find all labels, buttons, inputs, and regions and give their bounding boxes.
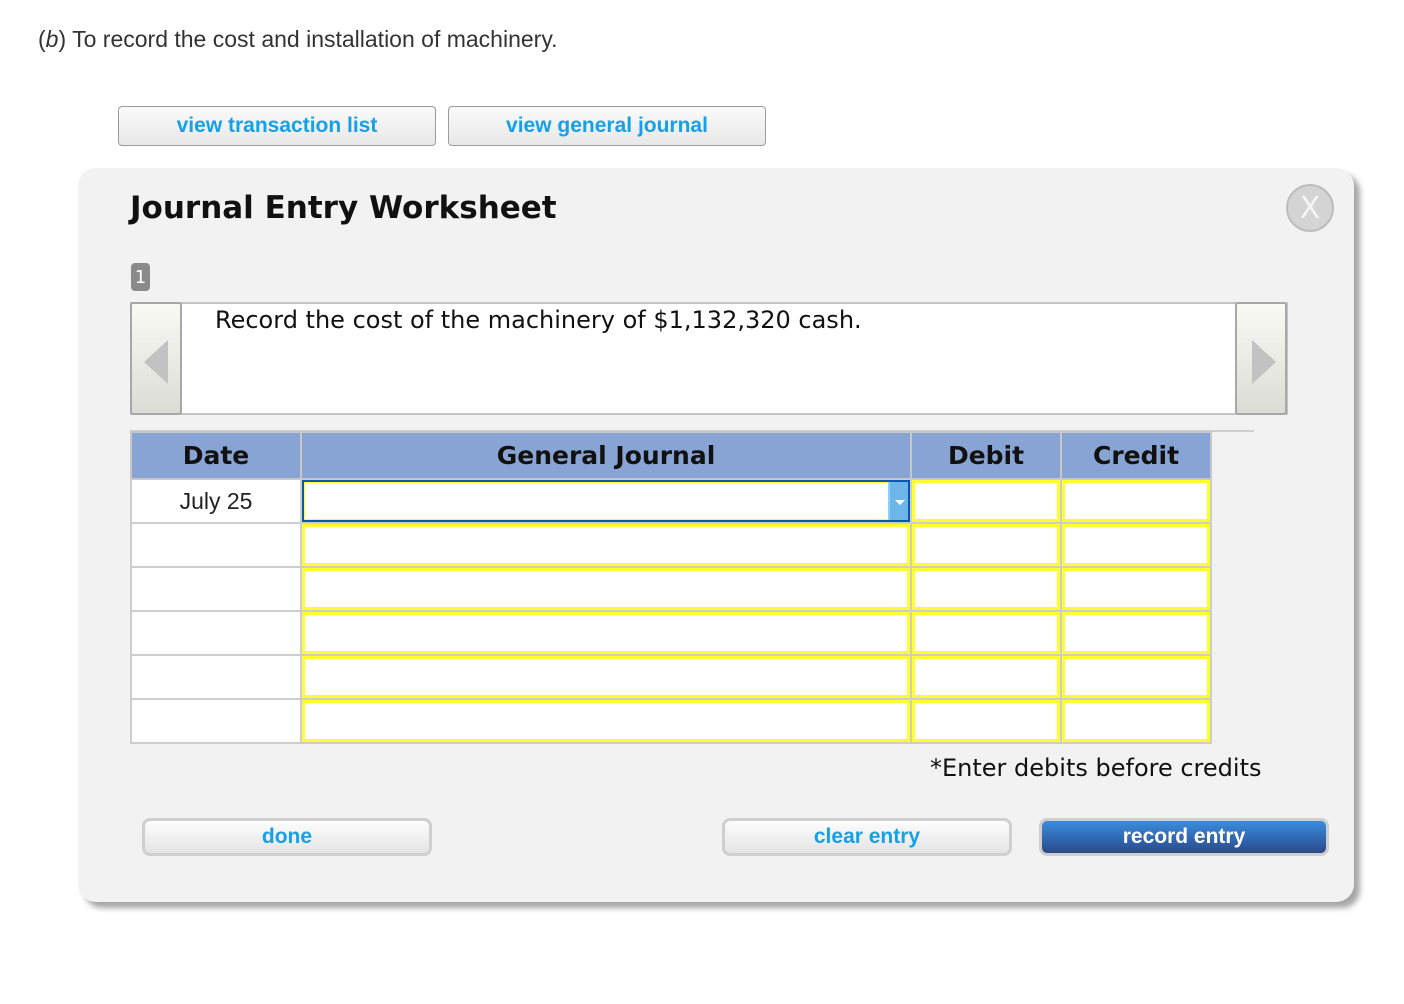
date-cell xyxy=(130,522,302,568)
debit-input[interactable] xyxy=(912,524,1060,566)
account-select[interactable] xyxy=(302,612,910,654)
done-button[interactable]: done xyxy=(142,818,432,856)
table-row xyxy=(130,610,1212,656)
column-header-credit: Credit xyxy=(1060,431,1212,480)
credit-input[interactable] xyxy=(1062,656,1210,698)
record-entry-button[interactable]: record entry xyxy=(1039,818,1329,856)
previous-button[interactable] xyxy=(130,302,182,415)
credit-input[interactable] xyxy=(1062,480,1210,522)
table-row xyxy=(130,654,1212,700)
date-cell xyxy=(130,698,302,744)
account-select[interactable] xyxy=(302,524,910,566)
date-cell: July 25 xyxy=(130,478,302,524)
column-header-debit: Debit xyxy=(910,431,1062,480)
debit-input[interactable] xyxy=(912,656,1060,698)
instruction-text: (b) To record the cost and installation … xyxy=(38,26,558,52)
date-cell xyxy=(130,654,302,700)
table-row xyxy=(130,522,1212,568)
instruction-body: To record the cost and installation of m… xyxy=(66,26,558,52)
page-number-badge[interactable]: 1 xyxy=(131,263,150,291)
table-row xyxy=(130,566,1212,612)
date-cell xyxy=(130,610,302,656)
journal-table: Date General Journal Debit Credit July 2… xyxy=(130,431,1212,744)
credit-input[interactable] xyxy=(1062,700,1210,742)
arrow-left-icon xyxy=(144,340,168,384)
account-select[interactable] xyxy=(302,568,910,610)
debit-input[interactable] xyxy=(912,612,1060,654)
account-select[interactable] xyxy=(302,656,910,698)
worksheet-title: Journal Entry Worksheet xyxy=(130,190,557,226)
debit-input[interactable] xyxy=(912,700,1060,742)
transaction-description: Record the cost of the machinery of $1,1… xyxy=(215,306,862,334)
account-select[interactable] xyxy=(302,700,910,742)
credit-input[interactable] xyxy=(1062,568,1210,610)
next-button[interactable] xyxy=(1235,302,1287,415)
credit-input[interactable] xyxy=(1062,612,1210,654)
column-header-general-journal: General Journal xyxy=(300,431,912,480)
view-transaction-list-button[interactable]: view transaction list xyxy=(118,106,436,146)
debits-before-credits-note: *Enter debits before credits xyxy=(930,754,1262,782)
table-header-row: Date General Journal Debit Credit xyxy=(130,431,1212,480)
date-cell xyxy=(130,566,302,612)
journal-entry-worksheet-panel: Journal Entry Worksheet X 1 Record the c… xyxy=(78,168,1354,902)
chevron-down-icon[interactable] xyxy=(888,482,908,520)
arrow-right-icon xyxy=(1252,340,1276,384)
close-button[interactable]: X xyxy=(1286,184,1334,232)
close-icon: X xyxy=(1299,190,1321,226)
table-row xyxy=(130,698,1212,744)
clear-entry-button[interactable]: clear entry xyxy=(722,818,1012,856)
debit-input[interactable] xyxy=(912,568,1060,610)
column-header-date: Date xyxy=(130,431,302,480)
part-label: b xyxy=(45,26,59,52)
table-row: July 25 xyxy=(130,478,1212,524)
debit-input[interactable] xyxy=(912,480,1060,522)
view-general-journal-button[interactable]: view general journal xyxy=(448,106,766,146)
account-select[interactable] xyxy=(302,480,910,522)
credit-input[interactable] xyxy=(1062,524,1210,566)
